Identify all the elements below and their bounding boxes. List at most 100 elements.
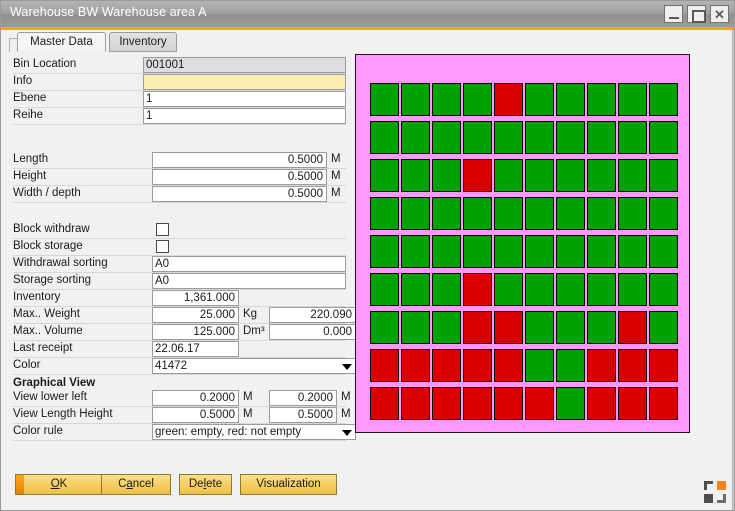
checkbox-block-storage[interactable] xyxy=(156,240,169,253)
bin-cell-r1c8[interactable] xyxy=(587,83,616,116)
bin-cell-r7c5[interactable] xyxy=(494,311,523,344)
bin-cell-r4c6[interactable] xyxy=(525,197,554,230)
input-last-receipt[interactable]: 22.06.17 xyxy=(152,341,239,357)
bin-cell-r1c2[interactable] xyxy=(401,83,430,116)
bin-cell-r2c10[interactable] xyxy=(649,121,678,154)
bin-cell-r3c4[interactable] xyxy=(463,159,492,192)
input-view-height[interactable]: 0.5000 xyxy=(269,407,337,423)
bin-cell-r2c5[interactable] xyxy=(494,121,523,154)
resize-grip-icon[interactable] xyxy=(704,481,726,503)
bin-cell-r9c10[interactable] xyxy=(649,387,678,420)
bin-cell-r4c3[interactable] xyxy=(432,197,461,230)
bin-cell-r5c9[interactable] xyxy=(618,235,647,268)
bin-cell-r8c3[interactable] xyxy=(432,349,461,382)
bin-cell-r5c4[interactable] xyxy=(463,235,492,268)
checkbox-block-withdraw[interactable] xyxy=(156,223,169,236)
select-color-rule[interactable]: green: empty, red: not empty xyxy=(152,424,356,440)
input-info[interactable] xyxy=(143,74,346,90)
input-length[interactable]: 0.5000 xyxy=(152,152,327,168)
close-button[interactable]: ✕ xyxy=(710,5,729,23)
bin-cell-r9c3[interactable] xyxy=(432,387,461,420)
bin-cell-r6c2[interactable] xyxy=(401,273,430,306)
bin-cell-r1c1[interactable] xyxy=(370,83,399,116)
cancel-button[interactable]: Cancel xyxy=(101,474,171,495)
bin-cell-r8c4[interactable] xyxy=(463,349,492,382)
bin-cell-r1c9[interactable] xyxy=(618,83,647,116)
bin-cell-r9c8[interactable] xyxy=(587,387,616,420)
bin-cell-r4c2[interactable] xyxy=(401,197,430,230)
bin-cell-r8c1[interactable] xyxy=(370,349,399,382)
bin-cell-r2c6[interactable] xyxy=(525,121,554,154)
bin-cell-r7c8[interactable] xyxy=(587,311,616,344)
bin-cell-r9c1[interactable] xyxy=(370,387,399,420)
bin-cell-r6c3[interactable] xyxy=(432,273,461,306)
bin-cell-r3c10[interactable] xyxy=(649,159,678,192)
bin-cell-r2c7[interactable] xyxy=(556,121,585,154)
input-view-lower-left-y[interactable]: 0.2000 xyxy=(269,390,337,406)
tab-master-data[interactable]: Master Data xyxy=(17,32,106,52)
ok-button[interactable]: OK xyxy=(15,474,103,495)
bin-cell-r6c9[interactable] xyxy=(618,273,647,306)
input-max-weight-current[interactable]: 220.090 xyxy=(269,307,356,323)
tab-inventory[interactable]: Inventory xyxy=(109,32,177,52)
bin-cell-r4c4[interactable] xyxy=(463,197,492,230)
input-height[interactable]: 0.5000 xyxy=(152,169,327,185)
bin-cell-r8c2[interactable] xyxy=(401,349,430,382)
bin-cell-r6c6[interactable] xyxy=(525,273,554,306)
bin-cell-r4c5[interactable] xyxy=(494,197,523,230)
bin-cell-r6c5[interactable] xyxy=(494,273,523,306)
input-width-depth[interactable]: 0.5000 xyxy=(152,186,327,202)
bin-cell-r7c4[interactable] xyxy=(463,311,492,344)
bin-cell-r2c8[interactable] xyxy=(587,121,616,154)
bin-cell-r5c3[interactable] xyxy=(432,235,461,268)
input-view-length[interactable]: 0.5000 xyxy=(152,407,239,423)
bin-cell-r4c8[interactable] xyxy=(587,197,616,230)
bin-cell-r1c6[interactable] xyxy=(525,83,554,116)
bin-cell-r6c1[interactable] xyxy=(370,273,399,306)
bin-cell-r2c4[interactable] xyxy=(463,121,492,154)
bin-cell-r2c3[interactable] xyxy=(432,121,461,154)
bin-cell-r8c8[interactable] xyxy=(587,349,616,382)
bin-cell-r2c2[interactable] xyxy=(401,121,430,154)
input-reihe[interactable]: 1 xyxy=(143,108,346,124)
bin-cell-r2c1[interactable] xyxy=(370,121,399,154)
bin-cell-r5c10[interactable] xyxy=(649,235,678,268)
bin-cell-r5c8[interactable] xyxy=(587,235,616,268)
bin-cell-r7c1[interactable] xyxy=(370,311,399,344)
bin-cell-r3c8[interactable] xyxy=(587,159,616,192)
bin-cell-r1c5[interactable] xyxy=(494,83,523,116)
minimize-button[interactable] xyxy=(664,5,683,23)
bin-cell-r1c3[interactable] xyxy=(432,83,461,116)
bin-cell-r7c10[interactable] xyxy=(649,311,678,344)
bin-cell-r5c2[interactable] xyxy=(401,235,430,268)
select-color[interactable]: 41472 xyxy=(152,358,356,374)
bin-cell-r4c7[interactable] xyxy=(556,197,585,230)
input-max-weight[interactable]: 25.000 xyxy=(152,307,239,323)
bin-cell-r9c7[interactable] xyxy=(556,387,585,420)
bin-cell-r9c4[interactable] xyxy=(463,387,492,420)
input-max-volume-current[interactable]: 0.000 xyxy=(269,324,356,340)
bin-cell-r2c9[interactable] xyxy=(618,121,647,154)
input-withdrawal-sorting[interactable]: A0 xyxy=(152,256,346,272)
input-max-volume[interactable]: 125.000 xyxy=(152,324,239,340)
bin-cell-r9c9[interactable] xyxy=(618,387,647,420)
input-view-lower-left-x[interactable]: 0.2000 xyxy=(152,390,239,406)
maximize-button[interactable] xyxy=(687,5,706,23)
bin-cell-r9c2[interactable] xyxy=(401,387,430,420)
bin-cell-r9c6[interactable] xyxy=(525,387,554,420)
bin-cell-r3c7[interactable] xyxy=(556,159,585,192)
bin-cell-r3c9[interactable] xyxy=(618,159,647,192)
bin-cell-r3c2[interactable] xyxy=(401,159,430,192)
bin-cell-r3c5[interactable] xyxy=(494,159,523,192)
bin-cell-r8c5[interactable] xyxy=(494,349,523,382)
bin-cell-r8c10[interactable] xyxy=(649,349,678,382)
bin-cell-r8c9[interactable] xyxy=(618,349,647,382)
bin-cell-r3c6[interactable] xyxy=(525,159,554,192)
bin-cell-r7c6[interactable] xyxy=(525,311,554,344)
bin-cell-r7c3[interactable] xyxy=(432,311,461,344)
bin-cell-r4c10[interactable] xyxy=(649,197,678,230)
bin-cell-r6c10[interactable] xyxy=(649,273,678,306)
bin-cell-r5c7[interactable] xyxy=(556,235,585,268)
bin-cell-r9c5[interactable] xyxy=(494,387,523,420)
input-ebene[interactable]: 1 xyxy=(143,91,346,107)
